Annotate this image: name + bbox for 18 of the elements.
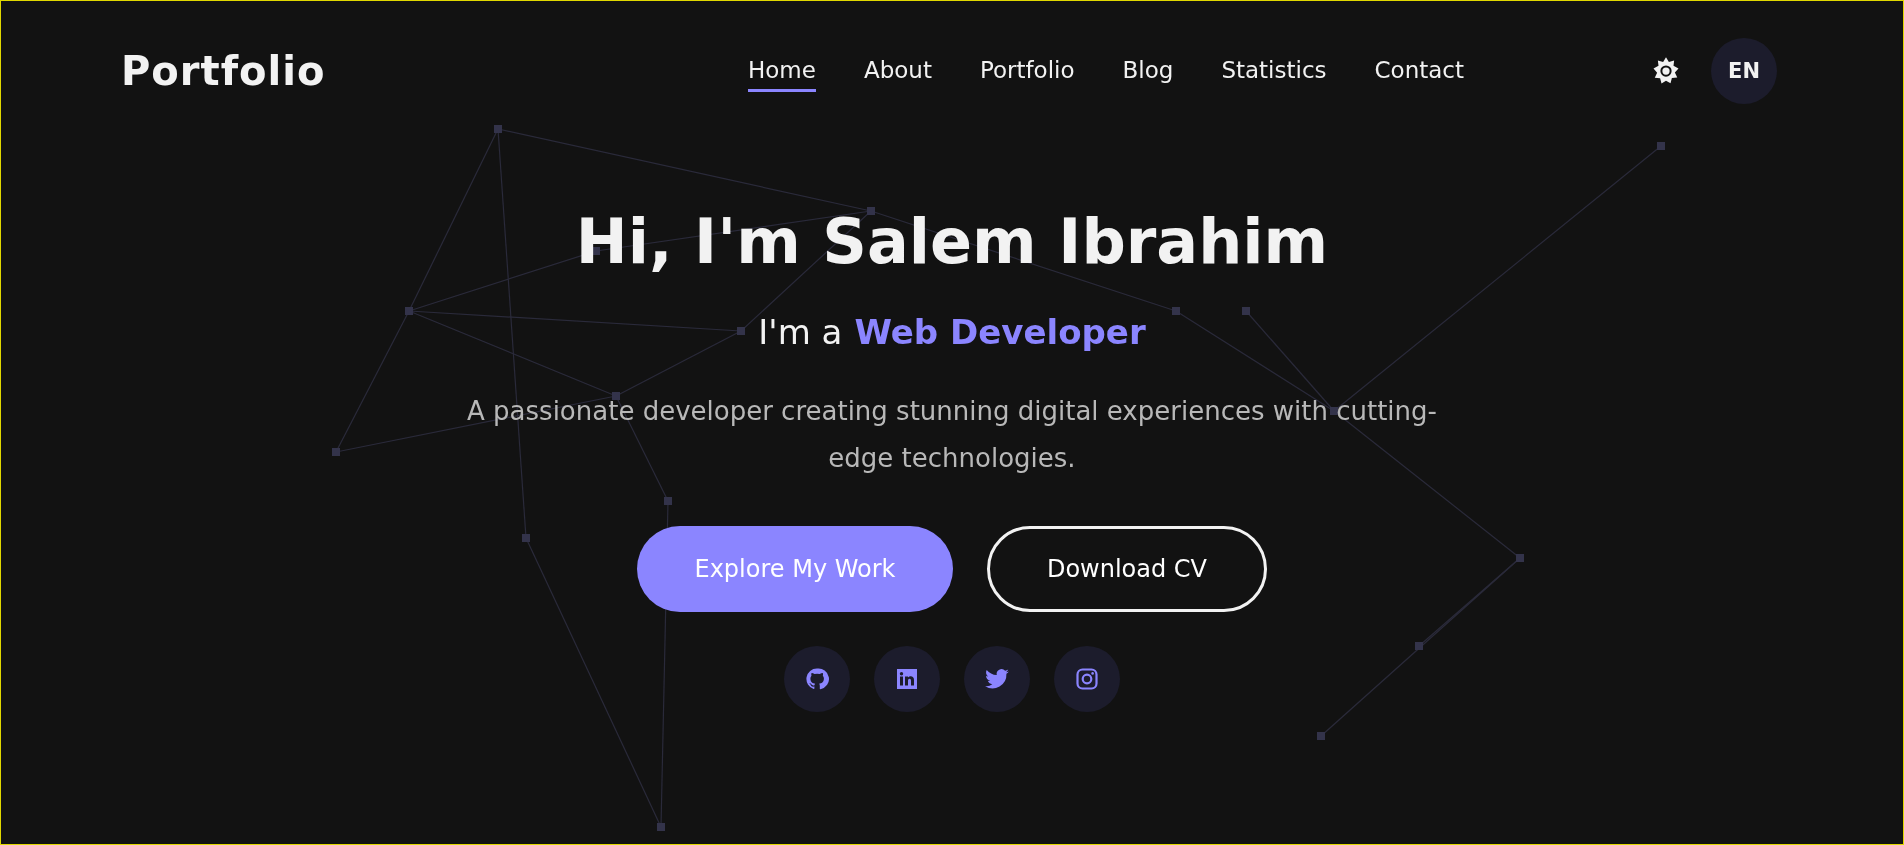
nav-link[interactable]: Statistics — [1221, 50, 1327, 92]
nav-link[interactable]: About — [863, 50, 932, 92]
nav-link[interactable]: Home — [748, 50, 816, 92]
nav-link[interactable]: Portfolio — [979, 50, 1075, 92]
theme-toggle-icon[interactable] — [1651, 56, 1681, 86]
linkedin-icon — [895, 667, 919, 691]
hero-description: A passionate developer creating stunning digital experiences with cutting-edge technologies. — [466, 395, 1438, 475]
instagram-icon — [1075, 667, 1099, 691]
nav-link[interactable]: Contact — [1374, 50, 1464, 92]
download-button[interactable]: Download CV — [987, 526, 1267, 612]
hero-title: Hi, I'm Salem Ibrahim — [575, 205, 1329, 278]
subtitle-text: I'm a — [758, 312, 843, 352]
github-icon — [805, 667, 829, 691]
nav-link[interactable]: Blog — [1122, 50, 1174, 92]
bird-icon — [984, 666, 1010, 692]
role-text: Web Developer — [854, 312, 1146, 352]
logo[interactable]: Portfolio — [121, 48, 441, 94]
language-button[interactable]: EN — [1711, 38, 1777, 104]
